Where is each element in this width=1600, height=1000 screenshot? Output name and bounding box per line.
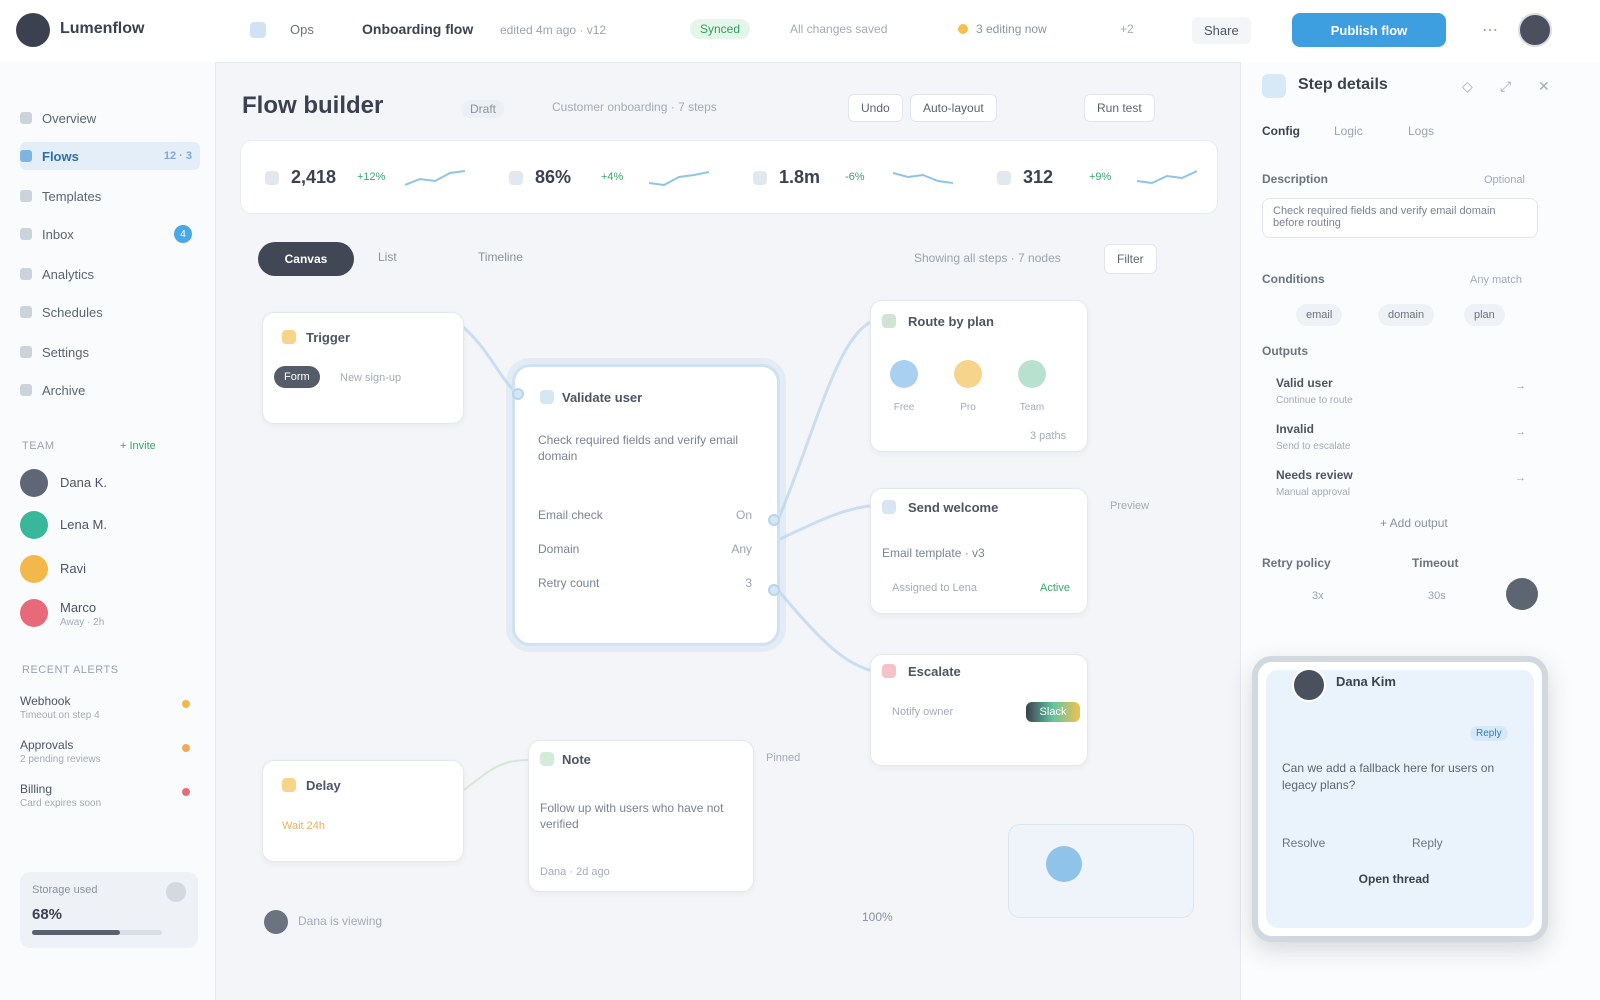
condition-chip[interactable]: email [1296, 304, 1343, 326]
comment-message: Can we add a fallback here for users on … [1282, 761, 1495, 792]
description-field[interactable]: Check required fields and verify email d… [1262, 198, 1538, 238]
field-value: Any [731, 542, 752, 556]
output-title: Invalid [1276, 422, 1315, 436]
retry-value[interactable]: 3x [1312, 590, 1324, 602]
node-title: Send welcome [908, 500, 999, 515]
description-label: Description [1262, 172, 1329, 186]
conditions-label: Conditions [1262, 272, 1325, 286]
node-chip: Form [274, 366, 320, 388]
lightning-icon [282, 330, 296, 344]
minimap[interactable] [1008, 824, 1194, 918]
note-meta: Dana · 2d ago [540, 866, 610, 878]
settings-button[interactable] [1506, 578, 1538, 610]
pinned-label: Pinned [766, 752, 801, 764]
plan-option-icon[interactable] [890, 360, 918, 388]
plan-option-icon[interactable] [1018, 360, 1046, 388]
tab-logs[interactable]: Logs [1408, 124, 1434, 138]
preview-link[interactable]: Preview [1110, 500, 1149, 512]
note-text: Follow up with users who have not verifi… [540, 801, 724, 831]
split-icon [882, 314, 896, 328]
pin-icon[interactable]: ◇ [1462, 78, 1473, 95]
minimap-viewport[interactable] [1046, 846, 1082, 882]
node-title: Trigger [306, 330, 351, 345]
zoom-level[interactable]: 100% [862, 910, 893, 936]
output-port[interactable] [768, 514, 780, 526]
retry-label: Retry policy [1262, 556, 1331, 570]
node-title: Validate user [562, 390, 643, 405]
output-title: Valid user [1276, 376, 1333, 390]
plan-option-label: Pro [960, 402, 976, 413]
alert-icon [882, 664, 896, 678]
conditions-hint: Any match [1470, 274, 1522, 286]
condition-chip[interactable]: plan [1464, 304, 1505, 326]
node-title: Note [562, 752, 591, 767]
add-output-button[interactable]: + Add output [1380, 516, 1448, 530]
arrow-icon: → [1515, 380, 1526, 392]
status-badge: Active [1040, 582, 1070, 594]
viewer-status: Dana is viewing [298, 914, 383, 928]
avatar [1292, 668, 1326, 702]
plan-option-label: Team [1019, 402, 1045, 413]
field-key: Domain [538, 542, 580, 556]
node-subtitle: Email template · v3 [882, 546, 985, 560]
tab-config[interactable]: Config [1262, 124, 1300, 138]
input-port[interactable] [512, 388, 524, 400]
arrow-icon: → [1515, 426, 1526, 438]
node-title: Delay [306, 778, 341, 793]
node-subtitle: Wait 24h [282, 820, 326, 832]
output-subtitle: Manual approval [1276, 487, 1350, 498]
node-title: Escalate [908, 664, 961, 679]
resolve-button[interactable]: Resolve [1282, 836, 1325, 850]
mail-icon [882, 500, 896, 514]
expand-icon[interactable]: ⤢ [1500, 78, 1511, 95]
field-key: Email check [538, 508, 603, 522]
close-icon[interactable]: ✕ [1538, 78, 1550, 95]
plan-option-label: Free [893, 402, 915, 413]
condition-chip[interactable]: domain [1378, 304, 1435, 326]
outputs-label: Outputs [1262, 344, 1308, 358]
tab-logic[interactable]: Logic [1334, 124, 1363, 138]
output-subtitle: Continue to route [1276, 395, 1353, 406]
description-hint: Optional [1484, 174, 1525, 186]
node-title: Route by plan [908, 314, 994, 329]
avatar [264, 910, 288, 934]
output-item[interactable]: Needs review Manual approval → [1276, 466, 1526, 506]
comment-author: Dana Kim [1336, 674, 1396, 689]
timeout-value[interactable]: 30s [1428, 590, 1446, 602]
arrow-icon: → [1515, 472, 1526, 484]
node-note: 3 paths [1030, 430, 1067, 442]
output-title: Needs review [1276, 468, 1353, 482]
plan-option-icon[interactable] [954, 360, 982, 388]
output-subtitle: Send to escalate [1276, 441, 1351, 452]
node-subtitle: Notify owner [892, 706, 954, 718]
delay-node[interactable] [262, 760, 464, 862]
note-icon [540, 752, 554, 766]
validate-node[interactable] [512, 364, 780, 646]
reply-button[interactable]: Reply [1412, 836, 1443, 850]
output-item[interactable]: Valid user Continue to route → [1276, 374, 1526, 414]
node-description: Check required fields and verify email d… [538, 433, 739, 463]
check-icon [540, 390, 554, 404]
output-port[interactable] [768, 584, 780, 596]
field-value: On [735, 508, 752, 522]
field-value: 3 [745, 576, 752, 590]
slack-badge: Slack [1026, 702, 1080, 722]
comment-popover [1252, 656, 1548, 942]
open-thread-button[interactable]: Open thread [1338, 866, 1450, 892]
clock-icon [282, 778, 296, 792]
output-item[interactable]: Invalid Send to escalate → [1276, 420, 1526, 460]
step-icon [1262, 74, 1286, 98]
panel-title: Step details [1298, 76, 1388, 93]
node-subtitle: New sign-up [340, 372, 402, 384]
timeout-label: Timeout [1412, 556, 1459, 570]
node-owner: Assigned to Lena [892, 582, 978, 594]
reply-tag[interactable]: Reply [1470, 726, 1508, 741]
field-key: Retry count [538, 576, 600, 590]
